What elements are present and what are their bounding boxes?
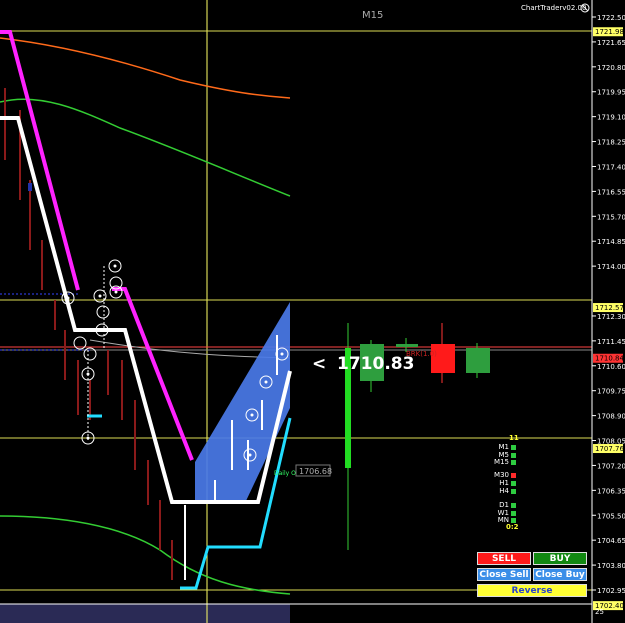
- brand-label: ChartTraderv02.00: [521, 4, 586, 12]
- daily-open-value: 1706.68: [299, 467, 332, 476]
- close-sell-button[interactable]: Close Sell: [477, 568, 531, 581]
- price-tick-label: 1710.60: [597, 363, 625, 371]
- tf-status-dot: [511, 445, 516, 450]
- price-marker-label: 1710.84: [595, 355, 624, 363]
- chart-canvas[interactable]: Daily Open 1706.68 BRK(1.0) < 1710.83 M1…: [0, 0, 625, 623]
- reverse-button[interactable]: Reverse: [477, 584, 587, 597]
- tf-status-dot: [511, 511, 516, 516]
- bull-candle-2: [466, 348, 490, 373]
- price-tick-label: 1715.70: [597, 213, 625, 221]
- price-tick-label: 1709.75: [597, 388, 625, 396]
- price-tick-label: 1719.95: [597, 89, 625, 97]
- current-price-value: 1710.83: [337, 354, 414, 374]
- price-tick-label: 1718.25: [597, 139, 625, 147]
- axis-bottom-value: 25: [595, 608, 604, 616]
- price-tick-label: 1703.80: [597, 562, 625, 570]
- tf-label-h4: H4: [499, 487, 509, 495]
- price-tick-label: 1714.00: [597, 263, 625, 271]
- price-tick-label: 1722.50: [597, 14, 625, 22]
- tf-label-h1: H1: [499, 479, 509, 487]
- price-tick-label: 1714.85: [597, 238, 625, 246]
- magenta-trend-upper: [0, 30, 80, 291]
- tf-label-d1: D1: [499, 501, 509, 509]
- price-tick-label: 1702.95: [597, 587, 625, 595]
- tf-status-dot: [511, 481, 516, 486]
- tf-status-dot: [511, 503, 516, 508]
- green-moving-average: [0, 98, 291, 197]
- price-marker-label: 1712.57: [595, 304, 624, 312]
- doji-candle: [396, 344, 418, 347]
- price-tick-label: 1708.90: [597, 413, 625, 421]
- price-tick-label: 1717.40: [597, 163, 625, 171]
- timeframe-label: M15: [362, 10, 383, 21]
- close-buy-button[interactable]: Close Buy: [533, 568, 587, 581]
- bottom-strip: [0, 604, 290, 623]
- price-tick-label: 1705.50: [597, 512, 625, 520]
- price-tick-label: 1719.10: [597, 114, 625, 122]
- tf-top-count: 11: [509, 434, 519, 442]
- tf-score: 0:2: [506, 523, 519, 531]
- price-tick-label: 1721.65: [597, 39, 625, 47]
- small-blue-marker: [28, 183, 32, 191]
- tf-label-m30: M30: [494, 471, 509, 479]
- price-tick-label: 1712.30: [597, 313, 625, 321]
- orange-moving-average: [0, 37, 291, 99]
- current-price-arrow: <: [312, 354, 326, 374]
- green-lower-band: [0, 515, 291, 595]
- price-tick-label: 1716.55: [597, 188, 625, 196]
- tf-label-m1: M1: [498, 443, 510, 451]
- price-tick-label: 1706.35: [597, 487, 625, 495]
- bear-candle: [431, 344, 455, 373]
- price-tick-label: 1707.20: [597, 462, 625, 470]
- price-tick-label: 1711.45: [597, 338, 625, 346]
- price-tick-label: 1704.65: [597, 537, 625, 545]
- tf-label-m15: M15: [494, 458, 509, 466]
- tf-status-dot: [511, 489, 516, 494]
- tf-status-dot: [511, 453, 516, 458]
- price-marker-label: 1721.98: [595, 28, 624, 36]
- tf-status-dot: [511, 473, 516, 478]
- buy-button[interactable]: BUY: [533, 552, 587, 565]
- timeframe-panel: 11 M1 M5 M15 M30 H1 H4 D1 W1 MN 0:2: [490, 434, 530, 534]
- sell-button[interactable]: SELL: [477, 552, 531, 565]
- price-marker-label: 1707.76: [595, 445, 624, 453]
- price-tick-label: 1720.80: [597, 64, 625, 72]
- tf-status-dot: [511, 460, 516, 465]
